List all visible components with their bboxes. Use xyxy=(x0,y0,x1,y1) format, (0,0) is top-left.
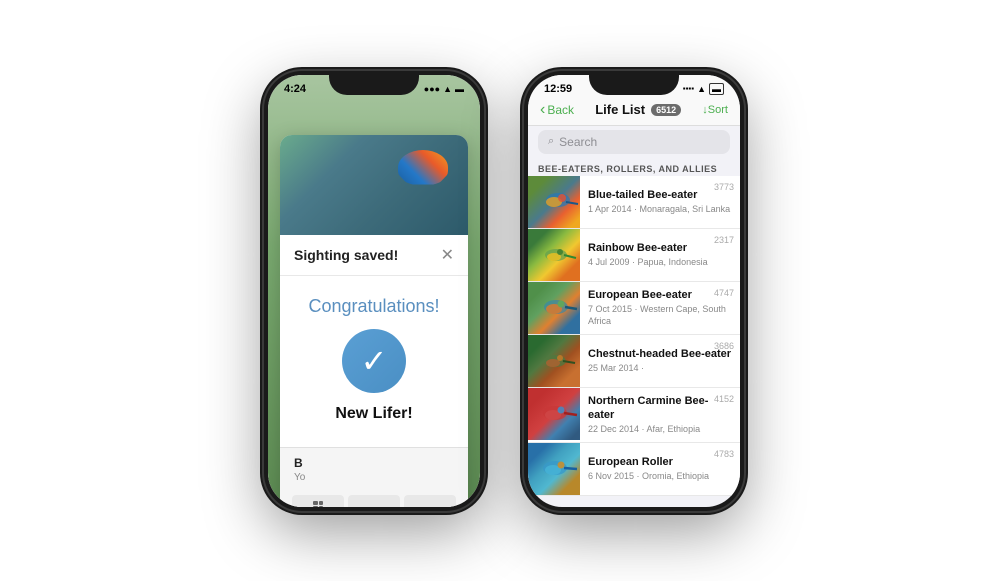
status-time-phone2: 12:59 xyxy=(544,83,572,95)
bird-thumb-2 xyxy=(528,282,580,334)
bird-image-1 xyxy=(528,229,580,281)
bird-number-2: 4747 xyxy=(714,288,734,298)
notification-banner: Sighting saved! ✕ xyxy=(280,235,468,276)
bird-thumb-3 xyxy=(528,335,580,387)
bird-item-3[interactable]: Chestnut-headed Bee-eater 25 Mar 2014 · … xyxy=(528,335,740,388)
sort-label: ↓Sort xyxy=(702,104,728,116)
bird-image-5 xyxy=(528,443,580,495)
action-button-1[interactable] xyxy=(292,495,344,507)
life-list-title: Life List xyxy=(595,102,645,117)
bird-location-5: 6 Nov 2015 · Oromia, Ethiopia xyxy=(588,471,732,483)
bird-name-3: Chestnut-headed Bee-eater xyxy=(588,347,732,361)
bird-thumb-0 xyxy=(528,176,580,228)
bird-item-2[interactable]: European Bee-eater 7 Oct 2015 · Western … xyxy=(528,282,740,335)
search-bar[interactable]: ⌕ Search xyxy=(538,130,730,154)
search-placeholder: Search xyxy=(559,135,597,149)
life-count-badge: 6512 xyxy=(651,104,681,116)
checkmark-icon: ✓ xyxy=(361,342,388,380)
bird-location-2: 7 Oct 2015 · Western Cape, South Africa xyxy=(588,304,732,327)
bird-name-2: European Bee-eater xyxy=(588,288,732,302)
bird-thumb-5 xyxy=(528,443,580,495)
status-time-phone1: 4:24 xyxy=(284,83,306,95)
signal-bars-icon: ▪▪▪▪ xyxy=(683,84,694,93)
bird-svg-4 xyxy=(528,388,580,440)
bird-image-3 xyxy=(528,335,580,387)
new-lifer-label: New Lifer! xyxy=(335,405,412,423)
bird-item-1[interactable]: Rainbow Bee-eater 4 Jul 2009 · Papua, In… xyxy=(528,229,740,282)
bird-name-5: European Roller xyxy=(588,455,732,469)
notification-title: Sighting saved! xyxy=(294,247,398,263)
grid-icon xyxy=(313,501,323,507)
status-bar-phone2: 12:59 ▪▪▪▪ ▲ ▬ xyxy=(528,75,740,97)
wifi-icon: ▲ xyxy=(443,84,452,94)
bird-item-5[interactable]: European Roller 6 Nov 2015 · Oromia, Eth… xyxy=(528,443,740,496)
bird-location-4: 22 Dec 2014 · Afar, Ethiopia xyxy=(588,424,732,436)
wifi-icon-2: ▲ xyxy=(697,84,706,94)
bird-name-0: Blue-tailed Bee-eater xyxy=(588,188,732,202)
action-button-3[interactable] xyxy=(404,495,456,507)
signal-icon: ●●● xyxy=(424,84,440,94)
bird-svg-0 xyxy=(528,176,580,228)
bird-svg-1 xyxy=(528,229,580,281)
nav-title: Life List 6512 xyxy=(595,102,681,117)
bird-thumb-1 xyxy=(528,229,580,281)
back-label: Back xyxy=(547,103,574,117)
back-button[interactable]: ‹ Back xyxy=(540,101,574,119)
nav-bar: ‹ Back Life List 6512 ↓Sort xyxy=(528,97,740,126)
phone-1: 4:24 ●●● ▲ ▬ Sighting saved! ✕ xyxy=(264,71,484,511)
modal-content: Congratulations! ✓ New Lifer! xyxy=(280,276,468,447)
bird-image xyxy=(280,135,468,235)
bird-name-4: Northern Carmine Bee-eater xyxy=(588,394,732,423)
action-button-2[interactable] xyxy=(348,495,400,507)
bird-number-4: 4152 xyxy=(714,394,734,404)
bird-image-2 xyxy=(528,282,580,334)
bird-svg-2 xyxy=(528,282,580,334)
bird-location-0: 1 Apr 2014 · Monaragala, Sri Lanka xyxy=(588,204,732,216)
status-icons-phone1: ●●● ▲ ▬ xyxy=(424,84,464,94)
checkmark-circle: ✓ xyxy=(342,329,406,393)
search-icon: ⌕ xyxy=(548,135,554,148)
bird-name-initial: B xyxy=(294,456,454,470)
battery-icon-2: ▬ xyxy=(709,83,724,95)
status-bar-phone1: 4:24 ●●● ▲ ▬ xyxy=(268,75,480,99)
sighting-card: Sighting saved! ✕ Congratulations! ✓ New… xyxy=(280,135,468,507)
bird-location-1: 4 Jul 2009 · Papua, Indonesia xyxy=(588,257,732,269)
bird-location-3: 25 Mar 2014 · xyxy=(588,363,732,375)
battery-icon: ▬ xyxy=(455,84,464,94)
action-row xyxy=(280,489,468,507)
card-bottom: B Yo xyxy=(280,447,468,489)
bird-number-0: 3773 xyxy=(714,182,734,192)
bird-image-4 xyxy=(528,388,580,440)
bird-list: Blue-tailed Bee-eater 1 Apr 2014 · Monar… xyxy=(528,176,740,496)
section-header: BEE-EATERS, ROLLERS, AND ALLIES xyxy=(528,158,740,176)
scene: 4:24 ●●● ▲ ▬ Sighting saved! ✕ xyxy=(224,51,784,531)
sort-button[interactable]: ↓Sort xyxy=(702,104,728,116)
phone-2: 12:59 ▪▪▪▪ ▲ ▬ ‹ Back Life List 6512 xyxy=(524,71,744,511)
bird-name-1: Rainbow Bee-eater xyxy=(588,241,732,255)
close-icon[interactable]: ✕ xyxy=(441,245,454,265)
bird-item-4[interactable]: Northern Carmine Bee-eater 22 Dec 2014 ·… xyxy=(528,388,740,443)
back-chevron-icon: ‹ xyxy=(540,101,545,119)
congratulations-text: Congratulations! xyxy=(308,296,439,317)
status-icons-phone2: ▪▪▪▪ ▲ ▬ xyxy=(683,83,724,95)
bird-number-1: 2317 xyxy=(714,235,734,245)
bird-image-0 xyxy=(528,176,580,228)
bird-number-5: 4783 xyxy=(714,449,734,459)
bird-sub-text: Yo xyxy=(294,472,454,483)
bird-number-3: 3686 xyxy=(714,341,734,351)
bird-item-0[interactable]: Blue-tailed Bee-eater 1 Apr 2014 · Monar… xyxy=(528,176,740,229)
bird-svg-3 xyxy=(528,335,580,387)
bird-svg-5 xyxy=(528,443,580,495)
bird-thumb-4 xyxy=(528,388,580,442)
